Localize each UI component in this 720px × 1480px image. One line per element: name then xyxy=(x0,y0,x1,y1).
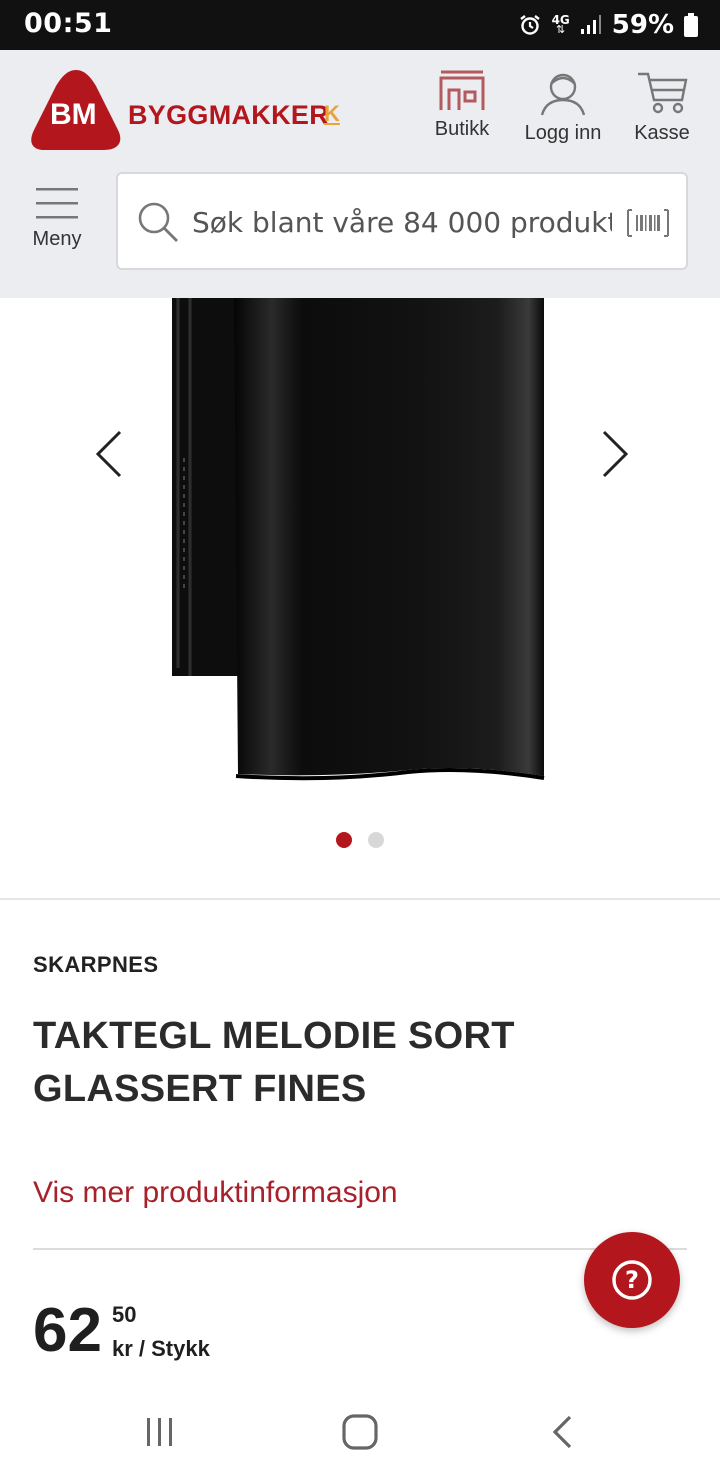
byggmakker-logo[interactable]: BM BYGGMAKKER K xyxy=(30,68,350,152)
price-cents: 50 xyxy=(112,1302,137,1327)
home-icon[interactable] xyxy=(340,1412,380,1452)
product-title: TAKTEGL MELODIE SORT GLASSERT FINES xyxy=(33,1015,515,1110)
cart-button[interactable]: Kasse xyxy=(626,70,698,154)
help-label: ? xyxy=(625,1266,639,1294)
store-label: Butikk xyxy=(434,118,490,140)
carousel-dot-1[interactable] xyxy=(336,832,352,848)
barcode-scan-icon[interactable] xyxy=(626,208,670,238)
search-input[interactable] xyxy=(192,202,612,242)
login-button[interactable]: Logg inn xyxy=(518,70,608,154)
carousel-next-arrow-icon[interactable] xyxy=(594,428,638,480)
price-unit: kr / Stykk xyxy=(112,1336,210,1361)
store-button[interactable]: Butikk xyxy=(424,70,500,154)
carousel-dot-2[interactable] xyxy=(368,832,384,848)
search-box[interactable] xyxy=(116,172,688,270)
menu-label: Meny xyxy=(32,228,82,250)
divider xyxy=(0,898,720,900)
price-main: 62 xyxy=(33,1296,102,1365)
logo-text: BYGGMAKKER xyxy=(128,100,330,130)
signal-icon xyxy=(580,14,602,36)
login-label: Logg inn xyxy=(524,122,602,144)
product-brand[interactable]: SKARPNES xyxy=(33,952,158,978)
product-image-carousel[interactable] xyxy=(0,298,720,898)
cart-icon xyxy=(638,72,688,114)
menu-button[interactable]: Meny xyxy=(22,186,92,266)
recent-apps-icon[interactable] xyxy=(144,1416,176,1448)
search-icon xyxy=(138,202,178,242)
help-button[interactable]: ? xyxy=(584,1232,680,1328)
status-time: 00:51 xyxy=(24,8,113,39)
logo-badge: BM xyxy=(50,98,97,131)
battery-icon xyxy=(684,13,698,37)
carousel-prev-arrow-icon[interactable] xyxy=(86,428,130,480)
alarm-icon xyxy=(518,13,542,37)
status-bar: 00:51 4G ⇅ 59% xyxy=(0,0,720,50)
network-4g-icon: 4G ⇅ xyxy=(551,13,570,36)
logo-suffix: K xyxy=(324,101,340,126)
android-navigation-bar xyxy=(0,1390,720,1480)
cart-label: Kasse xyxy=(634,122,690,144)
back-icon[interactable] xyxy=(548,1414,578,1450)
user-icon xyxy=(540,73,586,116)
store-icon xyxy=(439,70,485,110)
more-product-info-link[interactable]: Vis mer produktinformasjon xyxy=(33,1176,398,1210)
divider xyxy=(33,1248,687,1250)
hamburger-icon xyxy=(36,188,78,219)
carousel-dots xyxy=(0,832,720,848)
status-icons: 4G ⇅ 59% xyxy=(518,8,698,42)
product-image xyxy=(172,298,545,781)
battery-percent: 59% xyxy=(611,10,674,40)
site-header: BM BYGGMAKKER K Butikk Logg inn Kasse Me… xyxy=(0,50,720,298)
